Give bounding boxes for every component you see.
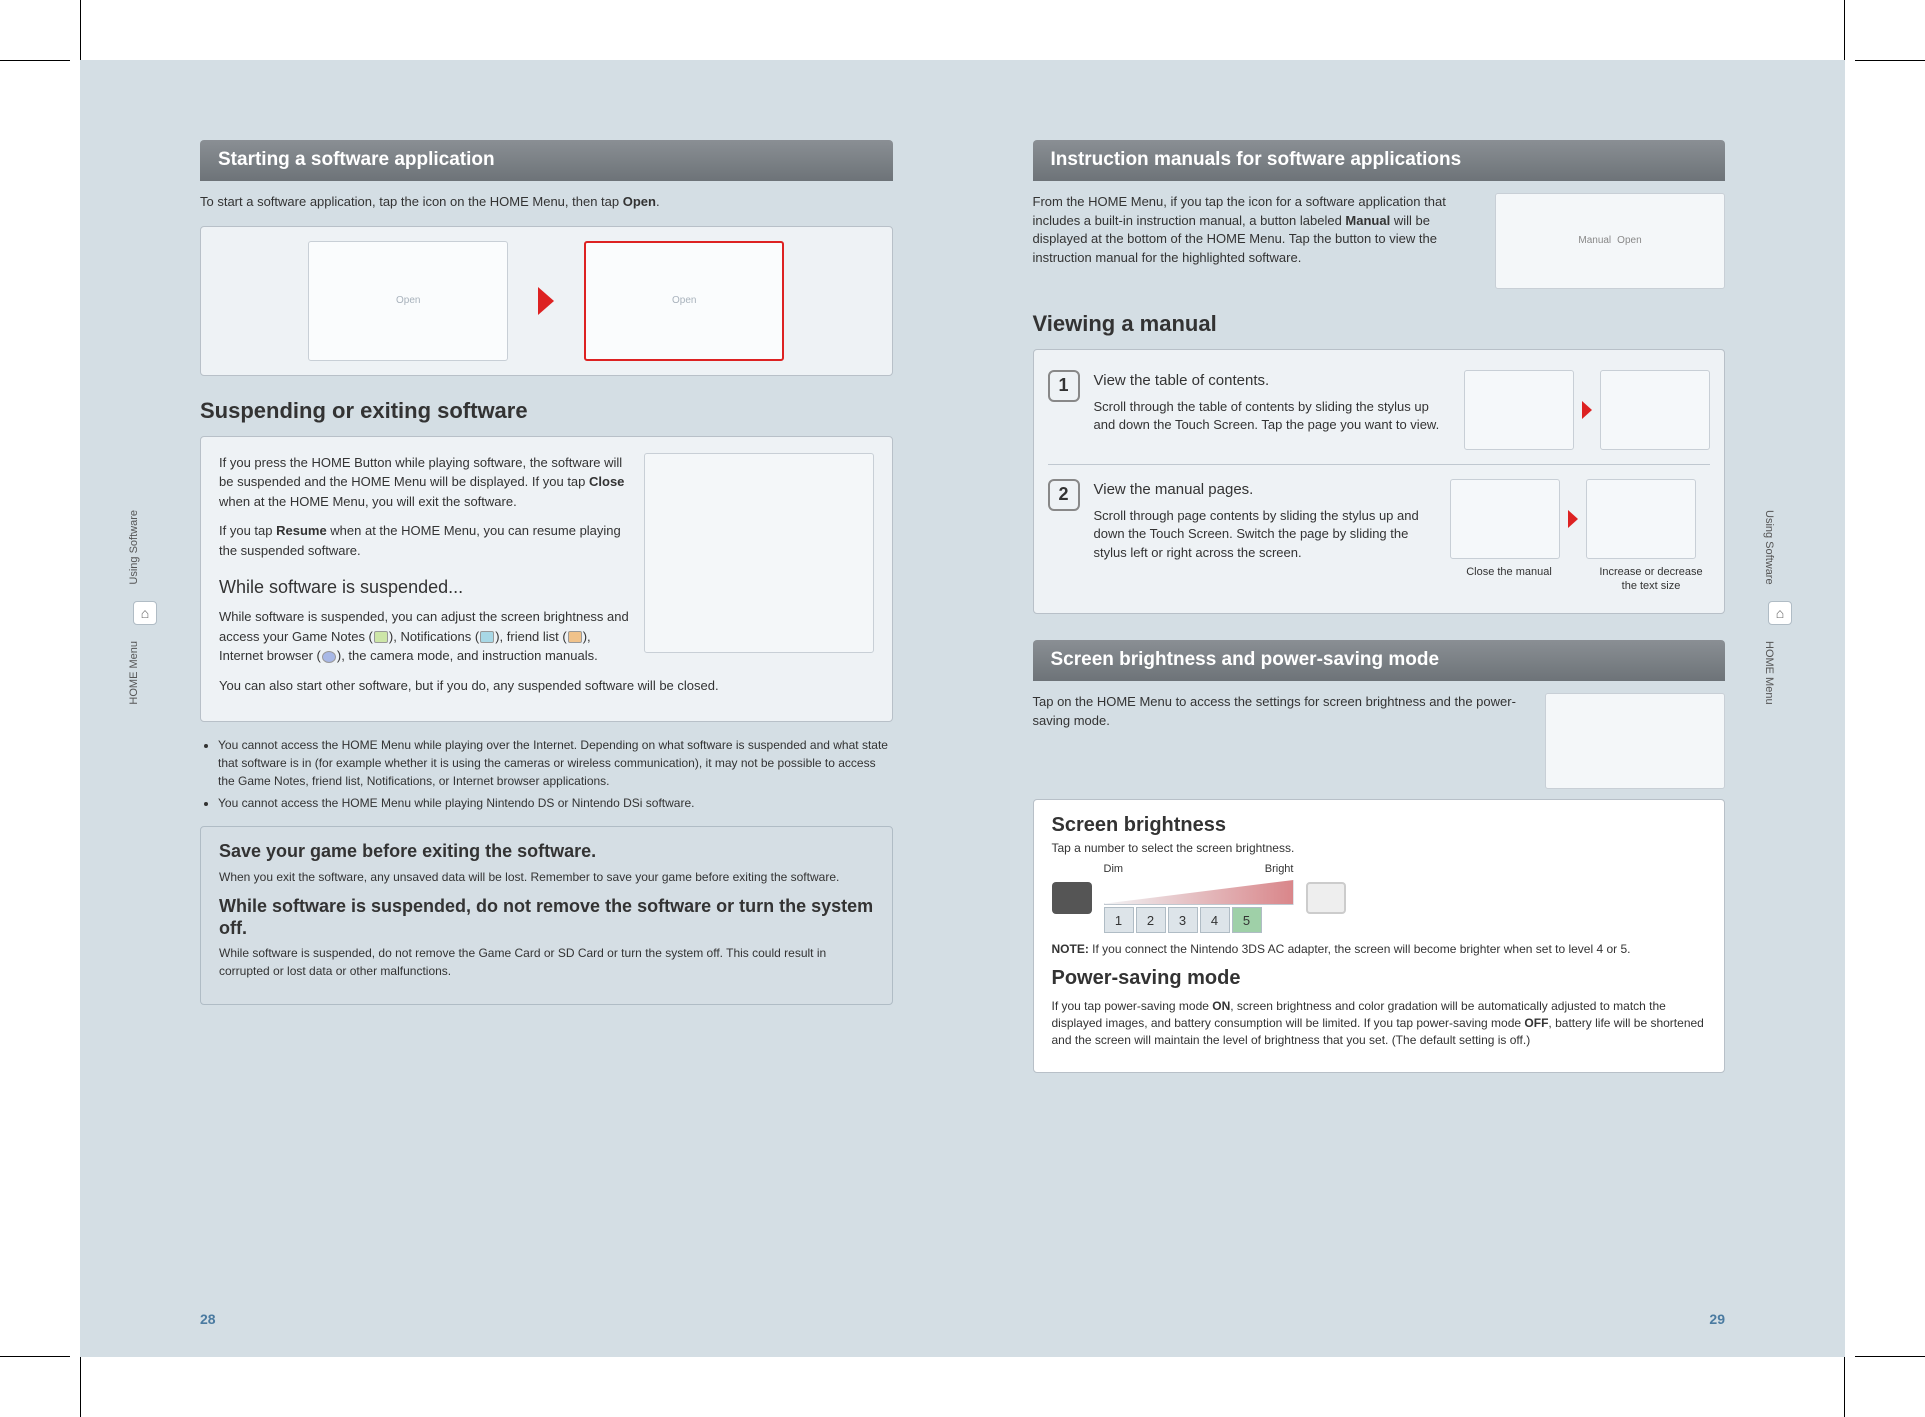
step-number: 2: [1048, 479, 1080, 511]
screenshot-open-highlight: Open: [584, 241, 784, 361]
warn-heading: While software is suspended, do not remo…: [219, 896, 874, 939]
step-title: View the table of contents.: [1094, 370, 1451, 392]
restrictions-list: You cannot access the HOME Menu while pl…: [218, 736, 889, 812]
page-29: Instruction manuals for software applica…: [963, 60, 1846, 1357]
bright-label: Bright: [1265, 863, 1294, 875]
section-heading: Instruction manuals for software applica…: [1033, 140, 1726, 181]
notifications-icon: [480, 631, 494, 643]
browser-icon: [322, 651, 336, 663]
screenshot-brightness: [1545, 693, 1725, 789]
page-number: 29: [1709, 1311, 1725, 1327]
brightness-level-5: 5: [1232, 907, 1262, 933]
viewing-steps: 1 View the table of contents. Scroll thr…: [1033, 349, 1726, 615]
arrow-right-icon: [538, 287, 554, 315]
brightness-box: Screen brightness Tap a number to select…: [1033, 799, 1726, 1073]
brightness-controls: Dim Bright 1 2 3 4 5: [1052, 863, 1707, 933]
step-figure: [1464, 370, 1710, 450]
screenshot-home-menu: Open: [308, 241, 508, 361]
power-saving-text: If you tap power-saving mode ON, screen …: [1052, 998, 1707, 1050]
list-item: You cannot access the HOME Menu while pl…: [218, 736, 889, 790]
page-number: 28: [200, 1311, 216, 1327]
ds-bright-icon: [1306, 882, 1346, 914]
suspend-p4: You can also start other software, but i…: [219, 676, 874, 696]
step-2: 2 View the manual pages. Scroll through …: [1048, 465, 1711, 608]
dim-label: Dim: [1104, 863, 1124, 875]
screenshot-suspended: [644, 453, 874, 653]
step-body: Scroll through the table of contents by …: [1094, 398, 1451, 436]
tap-intro: Tap on the HOME Menu to access the setti…: [1033, 693, 1520, 731]
subheading-viewing: Viewing a manual: [1033, 311, 1726, 337]
page-28: Starting a software application To start…: [80, 60, 963, 1357]
subheading-suspend: Suspending or exiting software: [200, 398, 893, 424]
caution-box: Save your game before exiting the softwa…: [200, 826, 893, 1005]
step-figure: [1450, 479, 1710, 559]
ds-dim-icon: [1052, 882, 1092, 914]
caption-close: Close the manual: [1454, 565, 1564, 594]
step-number: 1: [1048, 370, 1080, 402]
screenshot-manual-button: Manual Open: [1495, 193, 1725, 289]
brightness-level-2: 2: [1136, 907, 1166, 933]
caption-zoom: Increase or decrease the text size: [1596, 565, 1706, 594]
brightness-gradient: [1104, 877, 1294, 905]
brightness-level-4: 4: [1200, 907, 1230, 933]
intro-paragraph: To start a software application, tap the…: [200, 193, 893, 212]
figure-open-app: Open Open: [200, 226, 893, 376]
suspend-section: If you press the HOME Button while playi…: [200, 436, 893, 723]
warn-heading: Save your game before exiting the softwa…: [219, 841, 874, 863]
step-body: Scroll through page contents by sliding …: [1094, 507, 1437, 564]
intro-paragraph: From the HOME Menu, if you tap the icon …: [1033, 193, 1470, 275]
brightness-subtext: Tap a number to select the screen bright…: [1052, 841, 1707, 855]
warn-text: While software is suspended, do not remo…: [219, 945, 874, 980]
brightness-level-1: 1: [1104, 907, 1134, 933]
brightness-heading: Screen brightness: [1052, 814, 1707, 837]
page-spread: Using Software ⌂ HOME Menu Using Softwar…: [80, 60, 1845, 1357]
power-saving-heading: Power-saving mode: [1052, 967, 1707, 990]
brightness-note: NOTE: If you connect the Nintendo 3DS AC…: [1052, 941, 1707, 958]
friend-list-icon: [568, 631, 582, 643]
section-heading: Screen brightness and power-saving mode: [1033, 640, 1726, 681]
list-item: You cannot access the HOME Menu while pl…: [218, 794, 889, 812]
warn-text: When you exit the software, any unsaved …: [219, 869, 874, 886]
step-1: 1 View the table of contents. Scroll thr…: [1048, 356, 1711, 465]
step-title: View the manual pages.: [1094, 479, 1437, 501]
brightness-level-3: 3: [1168, 907, 1198, 933]
game-notes-icon: [374, 631, 388, 643]
section-heading: Starting a software application: [200, 140, 893, 181]
